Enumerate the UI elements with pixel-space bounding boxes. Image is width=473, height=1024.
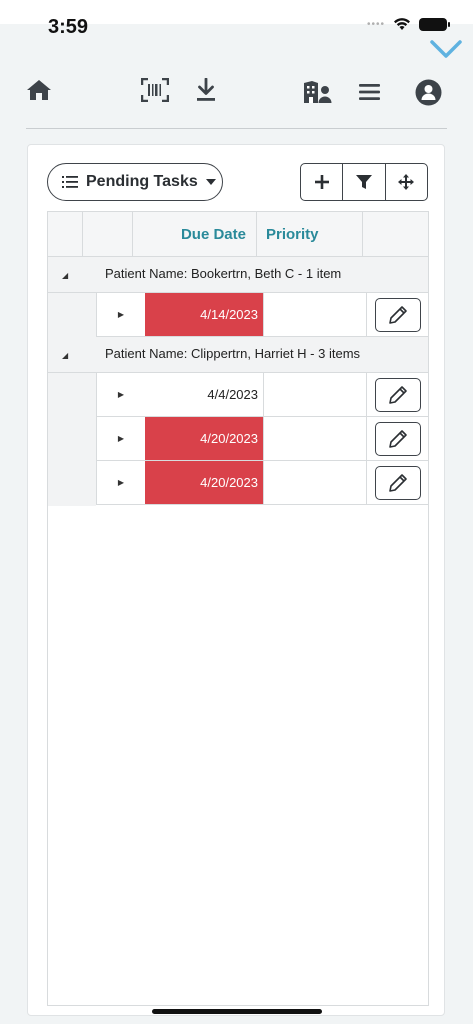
table-row[interactable]: ▶ 4/20/2023 [96, 461, 428, 505]
grid-header-expand-col [83, 212, 133, 257]
list-icon [62, 176, 78, 188]
filter-icon [355, 175, 372, 189]
group-indent [48, 293, 96, 337]
group-header[interactable]: ◢ Patient Name: Bookertrn, Beth C - 1 it… [48, 257, 428, 293]
edit-button[interactable] [374, 421, 421, 456]
download-icon[interactable] [196, 78, 216, 102]
building-person-icon[interactable] [302, 80, 332, 104]
pencil-icon [388, 305, 407, 324]
grid-header-actions-col [363, 212, 428, 257]
due-date-cell: 4/4/2023 [207, 387, 258, 402]
due-date-cell: 4/20/2023 [145, 461, 263, 504]
tasks-grid: Due Date Priority ◢ Patient Name: Booker… [47, 211, 429, 1006]
view-selector-dropdown[interactable]: Pending Tasks [47, 163, 223, 201]
move-arrows-icon [398, 174, 415, 190]
view-selector-label: Pending Tasks [86, 173, 198, 190]
group-header[interactable]: ◢ Patient Name: Clippertrn, Harriet H - … [48, 337, 428, 373]
expand-row-icon[interactable]: ▶ [97, 461, 145, 504]
due-date-cell: 4/14/2023 [145, 293, 263, 336]
edit-button[interactable] [374, 465, 421, 500]
home-indicator [152, 1009, 322, 1014]
filter-button[interactable] [343, 164, 386, 200]
collapse-triangle-icon[interactable]: ◢ [62, 351, 68, 360]
signal-dots-icon: •••• [366, 18, 385, 30]
chevron-down-icon[interactable] [429, 38, 463, 60]
toolbar-divider [26, 128, 447, 129]
priority-cell [263, 373, 367, 416]
edit-button[interactable] [374, 377, 421, 412]
table-row[interactable]: ▶ 4/20/2023 [96, 417, 428, 461]
pencil-icon [388, 385, 407, 404]
grid-header-group-col [48, 212, 83, 257]
task-card: Pending Tasks Due Date Priority ◢ Patien… [27, 144, 445, 1016]
caret-down-icon [205, 179, 216, 185]
menu-icon[interactable] [359, 83, 380, 101]
status-time: 3:59 [48, 16, 89, 38]
pencil-icon [388, 429, 407, 448]
group-indent [48, 373, 96, 506]
status-icons: •••• [366, 17, 450, 31]
battery-icon [419, 17, 450, 31]
grid-header: Due Date Priority [48, 212, 428, 257]
add-button[interactable] [301, 164, 344, 200]
column-header-priority[interactable]: Priority [257, 212, 363, 257]
action-cell [367, 417, 428, 460]
column-header-due-date[interactable]: Due Date [133, 212, 257, 257]
expand-row-icon[interactable]: ▶ [97, 293, 145, 336]
action-cell [367, 293, 428, 336]
action-cell [367, 461, 428, 504]
pencil-icon [388, 473, 407, 492]
table-row[interactable]: ▶ 4/14/2023 [96, 293, 428, 337]
status-bar: 3:59 •••• [0, 0, 473, 38]
home-icon[interactable] [26, 78, 52, 102]
expand-row-icon[interactable]: ▶ [97, 373, 145, 416]
edit-button[interactable] [374, 297, 421, 332]
action-cell [367, 373, 428, 416]
expand-row-icon[interactable]: ▶ [97, 417, 145, 460]
table-row[interactable]: ▶ 4/4/2023 [96, 373, 428, 417]
plus-icon [314, 175, 329, 189]
wifi-icon [394, 18, 410, 30]
user-avatar-icon[interactable] [415, 79, 442, 106]
priority-cell [263, 417, 367, 460]
group-header-label: Patient Name: Clippertrn, Harriet H - 3 … [105, 346, 361, 361]
priority-cell [263, 461, 367, 504]
move-button[interactable] [386, 164, 427, 200]
group-header-label: Patient Name: Bookertrn, Beth C - 1 item [105, 266, 342, 281]
collapse-triangle-icon[interactable]: ◢ [62, 271, 68, 280]
due-date-cell: 4/20/2023 [145, 417, 263, 460]
priority-cell [263, 293, 367, 336]
barcode-scan-icon[interactable] [141, 78, 169, 102]
action-button-group [300, 163, 428, 201]
